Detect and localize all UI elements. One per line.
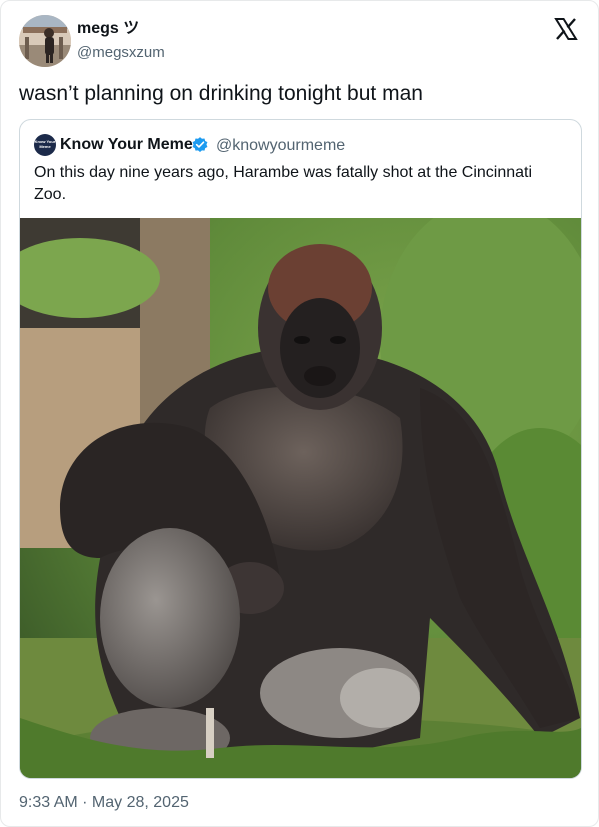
verified-badge-icon <box>191 136 209 154</box>
tweet-card: megs ツ @megsxzum wasn’t planning on drin… <box>0 0 599 827</box>
quoted-author-name[interactable]: Know Your Meme <box>60 135 193 155</box>
author-avatar[interactable] <box>19 15 71 67</box>
author-display-name[interactable]: megs ツ <box>77 19 139 39</box>
x-logo-icon[interactable] <box>554 17 578 41</box>
quoted-tweet-text: On this day nine years ago, Harambe was … <box>34 164 533 203</box>
quoted-author-avatar[interactable]: Know Your Meme <box>34 134 56 156</box>
quoted-author-handle[interactable]: @knowyourmeme <box>216 136 345 156</box>
gorilla-photo <box>20 218 581 778</box>
quoted-tweet[interactable]: Know Your Meme Know Your Meme @knowyourm… <box>19 119 582 779</box>
avatar-image <box>19 15 71 67</box>
tweet-timestamp[interactable]: 9:33 AM · May 28, 2025 <box>19 793 189 813</box>
author-handle[interactable]: @megsxzum <box>77 43 165 63</box>
tweet-text: wasn’t planning on drinking tonight but … <box>19 82 423 105</box>
quoted-tweet-image[interactable] <box>20 218 581 778</box>
